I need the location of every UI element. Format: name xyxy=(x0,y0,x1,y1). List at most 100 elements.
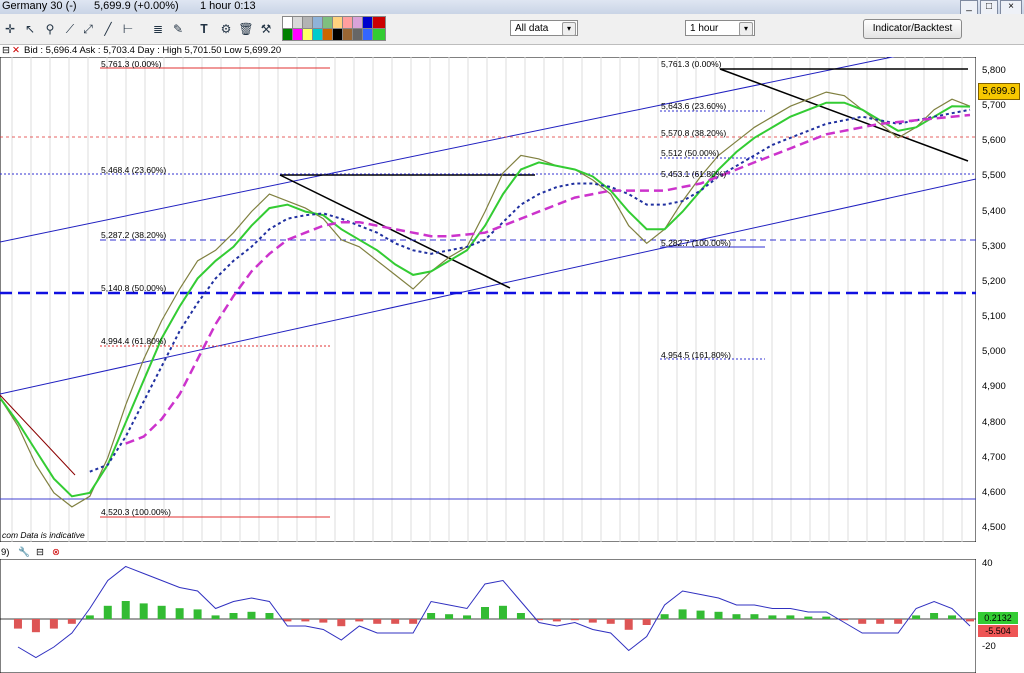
price-axis-label: 4,700 xyxy=(982,451,1006,463)
histogram-bar xyxy=(876,619,885,624)
line-icon[interactable]: ╱ xyxy=(100,21,116,37)
histogram-bar xyxy=(642,619,651,625)
color-swatch[interactable] xyxy=(372,28,386,41)
fib-label: 5,287.2 (38.20%) xyxy=(101,230,167,240)
delete-icon[interactable]: 🗑 xyxy=(238,21,254,37)
histogram-bar xyxy=(211,615,220,619)
minimize-button[interactable]: _ xyxy=(960,0,978,15)
histogram-bar xyxy=(409,619,418,624)
histogram-bar xyxy=(265,613,274,619)
fib-label: 5,453.1 (61.80%) xyxy=(661,169,727,179)
osc-value-tag: 0.2132 xyxy=(978,612,1018,624)
histogram-bar xyxy=(481,607,489,619)
histogram-bar xyxy=(463,615,472,619)
hammer-icon[interactable]: ⚒ xyxy=(258,21,274,37)
chart-settings-icon[interactable]: ⚙ xyxy=(218,21,234,37)
oscillator-settings-icon[interactable]: 🔧 xyxy=(18,547,30,558)
histogram-bar xyxy=(948,615,957,619)
histogram-bar xyxy=(85,615,94,619)
histogram-bar xyxy=(912,615,921,619)
price-axis-label: 5,000 xyxy=(982,346,1006,358)
histogram-bar xyxy=(319,619,328,623)
histogram-bar xyxy=(660,614,669,619)
histogram-bar xyxy=(840,619,849,621)
histogram-bar xyxy=(732,614,741,619)
price-axis-label: 5,500 xyxy=(982,170,1006,182)
price-axis[interactable]: 5,800 5,700 5,600 5,500 5,400 5,300 5,200 5,100… xyxy=(976,45,1024,545)
title-price: 5,699.9 (+0.00%) xyxy=(94,0,179,12)
histogram-bar xyxy=(31,619,40,633)
histogram-bar xyxy=(247,611,256,619)
price-axis-label: 5,100 xyxy=(982,311,1006,323)
fib-label: 5,140.8 (50.00%) xyxy=(101,283,167,293)
crosshair-icon[interactable]: ✛ xyxy=(2,21,18,37)
pencil-icon[interactable]: ✎ xyxy=(170,21,186,37)
histogram-bar xyxy=(175,608,184,619)
histogram-bar xyxy=(49,619,58,629)
fib-label: 5,282.7 (100.00%) xyxy=(661,238,731,248)
chevron-down-icon[interactable]: ▾ xyxy=(562,22,576,36)
close-chart-icon[interactable]: ✕ xyxy=(12,45,20,56)
fib-label: 5,761.3 (0.00%) xyxy=(661,59,722,69)
osc-value-tag: -5.504 xyxy=(978,625,1018,637)
histogram-bar xyxy=(498,605,507,619)
histogram-bar xyxy=(570,619,579,621)
histogram-bar xyxy=(894,619,903,624)
price-axis-label: 4,500 xyxy=(982,521,1006,533)
histogram-bar xyxy=(337,619,346,627)
histogram-bar xyxy=(157,605,166,619)
histogram-bar xyxy=(67,619,76,624)
price-info-bar: ⊟ ✕ Bid : 5,696.4 Ask : 5,703.4 Day : Hi… xyxy=(0,45,975,57)
histogram-bar xyxy=(193,609,202,619)
osc-axis-label: 40 xyxy=(982,558,993,569)
histogram-bar xyxy=(858,619,867,624)
oscillator-collapse-icon[interactable]: ⊟ xyxy=(36,547,44,558)
histogram-bar xyxy=(804,616,813,619)
title-bar: Germany 30 (-) 5,699.9 (+0.00%) 1 hour 0… xyxy=(0,0,1024,15)
close-button[interactable]: × xyxy=(1000,0,1022,15)
price-axis-label: 4,900 xyxy=(982,381,1006,393)
histogram-bar xyxy=(283,619,292,622)
period-select[interactable]: 1 hour ▾ xyxy=(685,20,755,36)
histogram-bar xyxy=(355,619,364,622)
histogram-bar xyxy=(750,614,759,619)
horizontal-line-icon[interactable]: ⊢ xyxy=(120,21,136,37)
trend-line-icon[interactable]: ⟋ xyxy=(62,21,78,37)
price-chart[interactable] xyxy=(0,57,976,542)
ray-icon[interactable]: ⤢ xyxy=(80,21,96,37)
oscillator-header: 9) 🔧 ⊟ ⊗ xyxy=(0,547,976,559)
histogram-bar xyxy=(103,605,112,619)
fib-label: 5,761.3 (0.00%) xyxy=(101,59,162,69)
osc-axis-label: -20 xyxy=(982,641,996,652)
price-axis-label: 4,800 xyxy=(982,416,1006,428)
price-axis-label: 5,800 xyxy=(982,65,1006,77)
histogram-bar xyxy=(786,615,795,619)
collapse-icon[interactable]: ⊟ xyxy=(2,45,10,56)
text-icon[interactable]: 𝐓 xyxy=(196,21,212,37)
fibonacci-icon[interactable]: ≣ xyxy=(150,21,166,37)
chevron-down-icon[interactable]: ▾ xyxy=(739,22,753,36)
zoom-icon[interactable]: ⚲ xyxy=(42,21,58,37)
histogram-bar xyxy=(13,619,22,629)
indicator-backtest-button[interactable]: Indicator/Backtest xyxy=(863,19,962,39)
histogram-bar xyxy=(966,619,974,622)
histogram-bar xyxy=(768,615,777,619)
fib-label: 5,570.8 (38.20%) xyxy=(661,128,727,138)
histogram-bar xyxy=(678,609,687,619)
fib-label: 5,468.4 (23.60%) xyxy=(101,165,167,175)
bid-ask-text: Bid : 5,696.4 Ask : 5,703.4 Day : High 5… xyxy=(24,45,282,56)
histogram-bar xyxy=(229,613,238,619)
histogram-bar xyxy=(552,619,561,622)
price-axis-label: 5,600 xyxy=(982,135,1006,147)
arrow-icon[interactable]: ↖ xyxy=(22,21,38,37)
price-axis-label: 5,200 xyxy=(982,275,1006,287)
histogram-bar xyxy=(391,619,400,624)
current-price-tag: 5,699.9 xyxy=(978,83,1020,100)
histogram-bar xyxy=(445,614,454,619)
maximize-button[interactable]: □ xyxy=(980,0,998,15)
oscillator-panel[interactable] xyxy=(0,559,976,673)
data-range-select[interactable]: All data ▾ xyxy=(510,20,578,36)
oscillator-close-icon[interactable]: ⊗ xyxy=(52,547,60,558)
histogram-bar xyxy=(427,613,436,619)
histogram-bar xyxy=(714,611,723,619)
